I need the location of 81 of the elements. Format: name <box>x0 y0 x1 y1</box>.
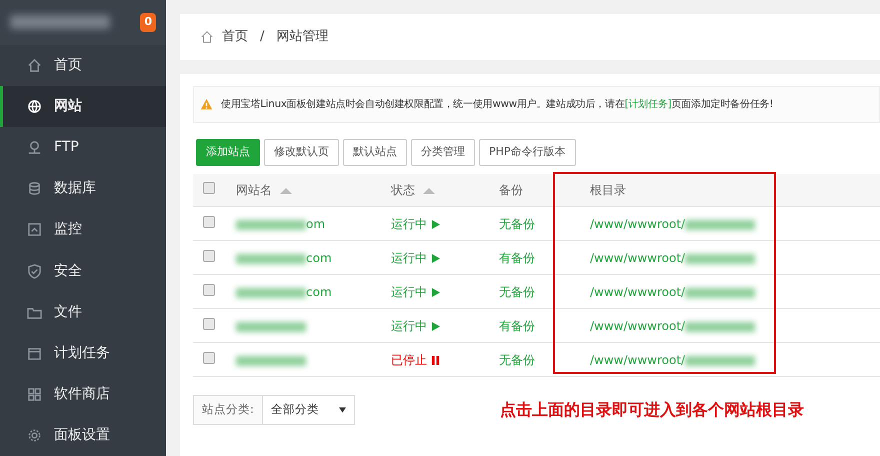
status-toggle[interactable]: 运行中 <box>391 250 440 265</box>
status-toggle[interactable]: 运行中 <box>391 216 440 231</box>
root-path-link[interactable]: /www/wwwroot/ <box>590 284 686 299</box>
redacted-text <box>685 288 756 298</box>
row-checkbox[interactable] <box>203 284 215 296</box>
sort-icon <box>423 188 435 194</box>
home-icon <box>200 30 214 44</box>
pause-icon <box>430 356 440 366</box>
sidebar-item[interactable]: 首页 <box>0 44 166 86</box>
sort-icon <box>280 188 292 194</box>
task-link[interactable]: [计划任务] <box>624 99 672 110</box>
site-name-link[interactable]: com <box>306 284 332 299</box>
play-icon <box>430 220 440 230</box>
row-checkbox[interactable] <box>203 318 215 330</box>
redacted-text <box>236 288 306 298</box>
redacted-text <box>685 322 756 332</box>
backup-link[interactable]: 有备份 <box>499 250 535 265</box>
backup-link[interactable]: 有备份 <box>499 318 535 333</box>
column-header[interactable]: 网站名 <box>236 183 272 198</box>
backup-link[interactable]: 无备份 <box>499 216 535 231</box>
redacted-text <box>685 220 756 230</box>
toolbar-button[interactable]: 分类管理 <box>411 139 475 166</box>
network-icon <box>27 140 42 156</box>
backup-link[interactable]: 无备份 <box>499 284 535 299</box>
redacted-text <box>236 254 306 264</box>
row-checkbox[interactable] <box>203 250 215 262</box>
sidebar-item[interactable]: 文件 <box>0 292 166 333</box>
backup-link[interactable]: 无备份 <box>499 352 535 367</box>
calendar-icon <box>27 346 42 361</box>
play-icon <box>430 254 440 264</box>
notification-badge: 0 <box>140 13 156 32</box>
breadcrumb-current: 网站管理 <box>276 28 328 46</box>
sidebar-item[interactable]: 监控 <box>0 209 166 250</box>
sidebar-item[interactable]: 数据库 <box>0 168 166 210</box>
root-path-link[interactable]: /www/wwwroot/ <box>590 318 686 333</box>
caret-icon <box>338 406 346 413</box>
database-icon <box>27 181 42 196</box>
row-checkbox[interactable] <box>203 216 215 228</box>
redacted-text <box>236 356 306 366</box>
redacted-text <box>685 254 756 264</box>
annotation-text: 点击上面的目录即可进入到各个网站根目录 <box>500 398 804 421</box>
column-header: 备份 <box>499 183 523 198</box>
warning-icon <box>200 98 213 112</box>
shield-icon <box>27 264 42 278</box>
sidebar-item[interactable]: 面板设置 <box>0 414 166 456</box>
sidebar-item[interactable]: 安全 <box>0 250 166 292</box>
status-toggle[interactable]: 已停止 <box>391 352 440 367</box>
row-checkbox[interactable] <box>203 352 215 364</box>
settings-icon <box>27 428 42 443</box>
root-path-link[interactable]: /www/wwwroot/ <box>590 216 686 231</box>
add-site-button[interactable]: 添加站点 <box>196 139 260 166</box>
breadcrumb-separator: / <box>260 28 264 46</box>
select-all-checkbox[interactable] <box>203 182 215 194</box>
site-name-link[interactable]: com <box>306 250 332 265</box>
status-toggle[interactable]: 运行中 <box>391 284 440 299</box>
sidebar-item[interactable]: 软件商店 <box>0 374 166 415</box>
home-icon <box>27 58 42 73</box>
toolbar-button[interactable]: 修改默认页 <box>264 139 339 166</box>
notice-text: 使用宝塔Linux面板创建站点时会自动创建权限配置，统一使用www用户。建站成功后，请在[计划任务]页面添加定时备份任务! <box>221 98 774 112</box>
sidebar-item[interactable]: FTP <box>0 127 166 168</box>
status-toggle[interactable]: 运行中 <box>391 318 440 333</box>
breadcrumb-link[interactable]: 首页 <box>222 27 248 47</box>
root-path-link[interactable]: /www/wwwroot/ <box>590 250 686 265</box>
toolbar-button[interactable]: PHP命令行版本 <box>479 139 576 166</box>
play-icon <box>430 288 440 298</box>
redacted-text <box>685 356 756 366</box>
toolbar-button[interactable]: 默认站点 <box>343 139 407 166</box>
root-path-link[interactable]: /www/wwwroot/ <box>590 352 686 367</box>
grid-icon <box>27 386 42 402</box>
redacted-text <box>236 322 306 332</box>
play-icon <box>430 322 440 332</box>
sidebar-item[interactable]: 网站 <box>0 86 166 128</box>
monitor-icon <box>27 222 42 238</box>
site-name-link[interactable]: om <box>306 216 326 231</box>
redacted-text <box>236 220 306 230</box>
filter-label: 站点分类: <box>193 395 263 425</box>
category-select[interactable]: 全部分类 <box>262 395 355 425</box>
column-header[interactable]: 状态 <box>391 183 415 198</box>
sidebar-item[interactable]: 计划任务 <box>0 332 166 374</box>
column-header: 根目录 <box>590 183 626 198</box>
globe-icon <box>27 99 42 114</box>
